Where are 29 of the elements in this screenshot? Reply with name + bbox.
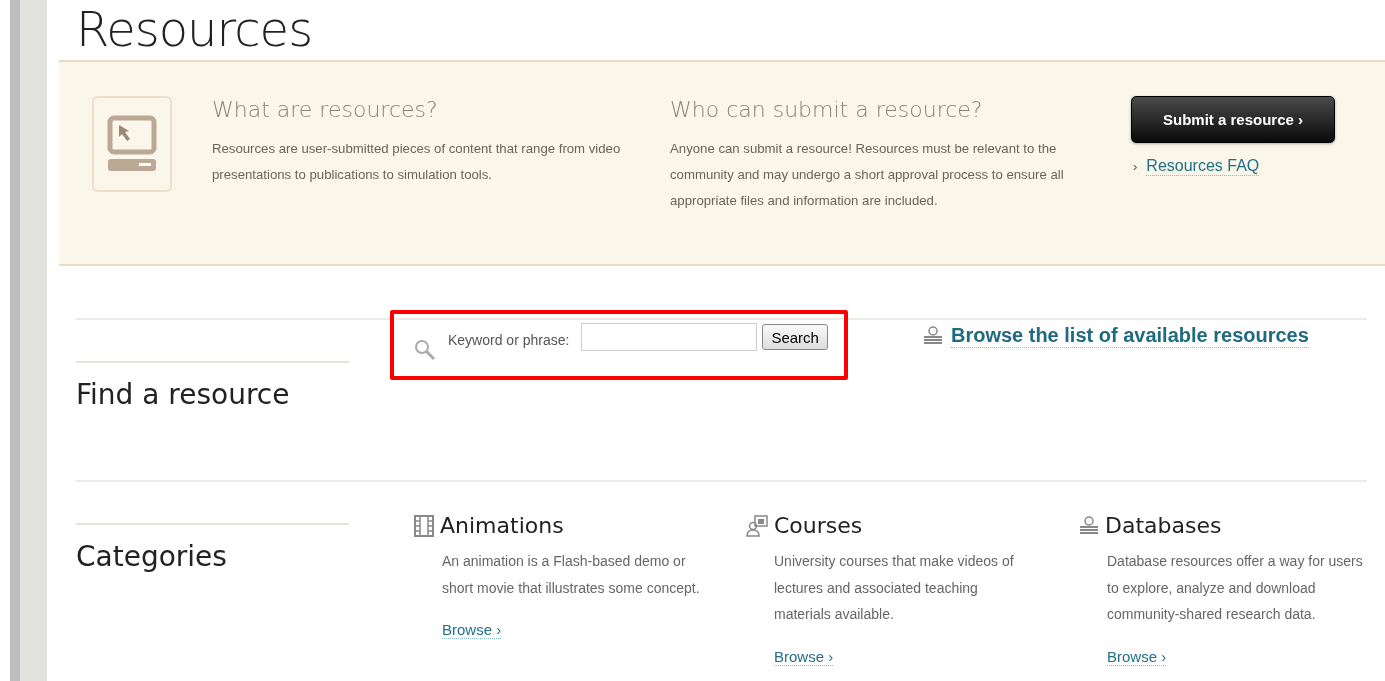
chevron-marker: ›	[1133, 159, 1138, 174]
database-icon	[1079, 516, 1099, 536]
info-text: Anyone can submit a resource! Resources must be relevant to the community and may undergo a short approval process to ensure all appropriate files and information are included.	[670, 140, 1065, 210]
category-title: Courses	[774, 512, 863, 540]
info-text: Resources are user-submitted pieces of content that range from video presentations to publications to simulation tools.	[212, 140, 622, 184]
info-heading: Who can submit a resource?	[670, 96, 984, 124]
faq-link[interactable]: Resources FAQ	[1146, 157, 1260, 176]
browse-list-link[interactable]: Browse the list of available resources	[950, 324, 1309, 348]
page-title: Resources	[75, 0, 314, 56]
info-heading: What are resources?	[212, 96, 439, 124]
search-button[interactable]: Search	[762, 324, 828, 350]
search-label: Keyword or phrase:	[448, 332, 570, 348]
search-icon	[414, 339, 436, 361]
section-heading: Categories	[76, 539, 228, 575]
submit-resource-button[interactable]: Submit a resource ›	[1131, 96, 1335, 143]
category-description: An animation is a Flash-based demo or short movie that illustrates some concept.	[442, 552, 701, 598]
database-icon	[922, 326, 943, 346]
section-heading: Find a resource	[76, 377, 291, 413]
browse-link[interactable]: Browse ›	[442, 621, 502, 639]
computer-icon	[107, 115, 157, 173]
film-strip-icon	[414, 515, 434, 537]
browse-link[interactable]: Browse ›	[1107, 647, 1167, 666]
browse-link[interactable]: Browse ›	[774, 647, 834, 666]
users-icon	[746, 515, 768, 537]
category-description: Database resources offer a way for users to explore, analyze and download community-shared research data.	[1107, 552, 1364, 624]
category-title: Animations	[440, 512, 564, 540]
category-title: Databases	[1105, 512, 1222, 540]
category-description: University courses that make videos of lectures and associated teaching materials available.	[774, 552, 1015, 624]
search-field[interactable]	[581, 323, 758, 351]
